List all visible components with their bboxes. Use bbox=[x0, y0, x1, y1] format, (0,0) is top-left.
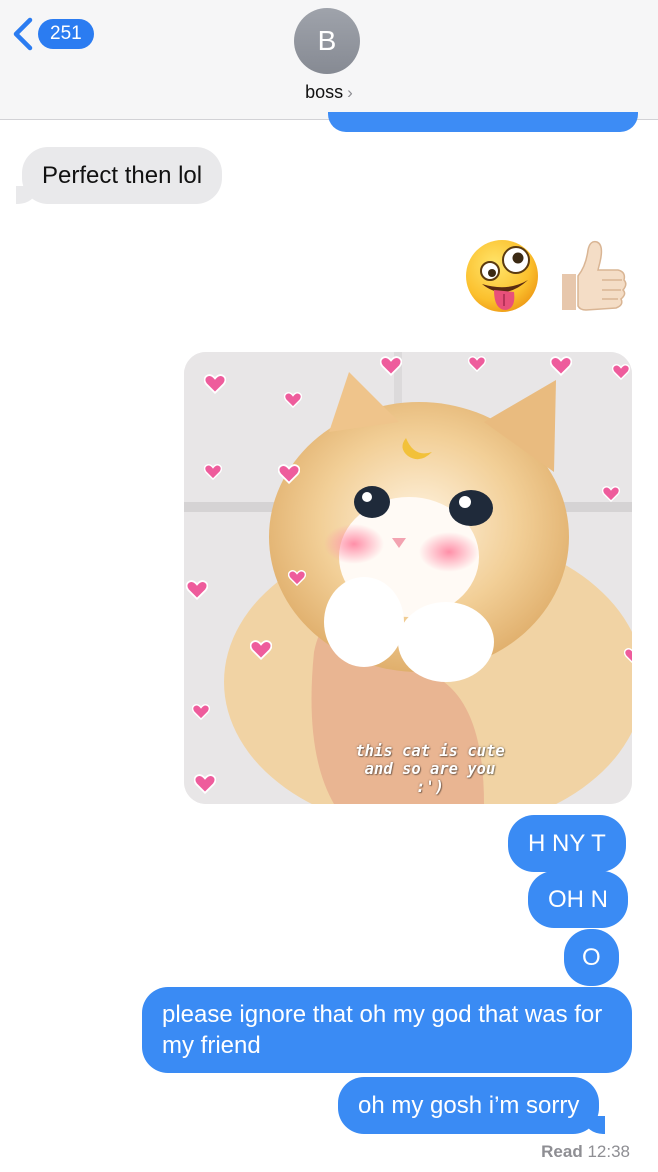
previous-sent-bubble[interactable] bbox=[328, 112, 638, 132]
unread-count-badge[interactable]: 251 bbox=[38, 19, 94, 49]
contact-name: boss bbox=[305, 82, 344, 102]
photo-caption-text: this cat is cute and so are you :') bbox=[355, 742, 505, 796]
contact-name-button[interactable]: boss › bbox=[0, 82, 658, 103]
conversation-header: 251 B boss › bbox=[0, 0, 658, 120]
sent-message-bubble[interactable]: O bbox=[564, 929, 619, 986]
sent-message-bubble[interactable]: oh my gosh i’m sorry bbox=[338, 1077, 606, 1134]
cat-photo-image bbox=[184, 352, 632, 804]
read-receipt: Read 12:38 bbox=[541, 1142, 630, 1162]
read-label: Read bbox=[541, 1142, 583, 1161]
message-text: please ignore that oh my god that was fo… bbox=[162, 1001, 603, 1059]
back-button[interactable]: 251 bbox=[8, 16, 94, 52]
received-message-bubble[interactable]: Perfect then lol bbox=[15, 147, 223, 204]
message-text: Perfect then lol bbox=[42, 162, 203, 189]
message-text: OH N bbox=[548, 886, 608, 913]
sent-message-bubble[interactable]: please ignore that oh my god that was fo… bbox=[142, 987, 632, 1073]
chevron-right-icon: › bbox=[347, 83, 353, 102]
message-text: O bbox=[582, 944, 601, 971]
sent-message-bubble[interactable]: H NY T bbox=[508, 815, 626, 872]
message-text: oh my gosh i’m sorry bbox=[358, 1092, 580, 1119]
read-time: 12:38 bbox=[587, 1142, 630, 1161]
sent-message-bubble[interactable]: OH N bbox=[528, 871, 628, 928]
zany-face-icon bbox=[466, 240, 538, 312]
chevron-left-icon bbox=[13, 17, 33, 51]
cat-photo-message[interactable] bbox=[184, 352, 632, 804]
thumbs-up-icon bbox=[562, 240, 627, 311]
message-text: H NY T bbox=[528, 830, 606, 857]
emoji-message[interactable] bbox=[464, 236, 630, 316]
contact-avatar[interactable]: B bbox=[294, 8, 360, 74]
